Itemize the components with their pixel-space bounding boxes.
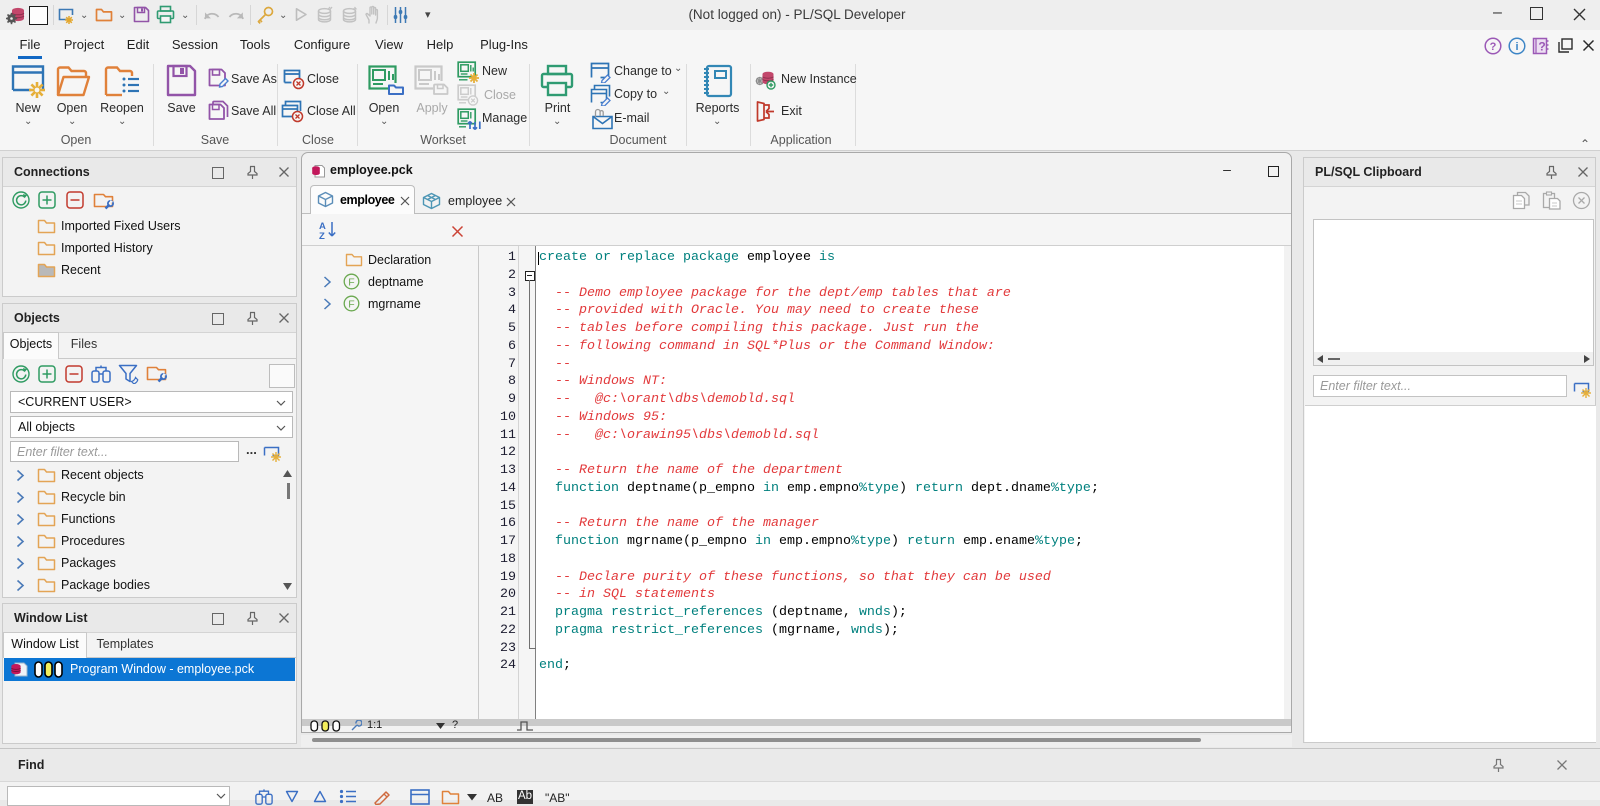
svg-text:F: F [348, 277, 354, 289]
svg-text:?: ? [1538, 40, 1545, 54]
svg-text:i: i [1515, 41, 1518, 53]
svg-text:Z: Z [319, 231, 325, 240]
svg-text:F: F [348, 299, 354, 311]
svg-text:?: ? [1490, 41, 1497, 53]
